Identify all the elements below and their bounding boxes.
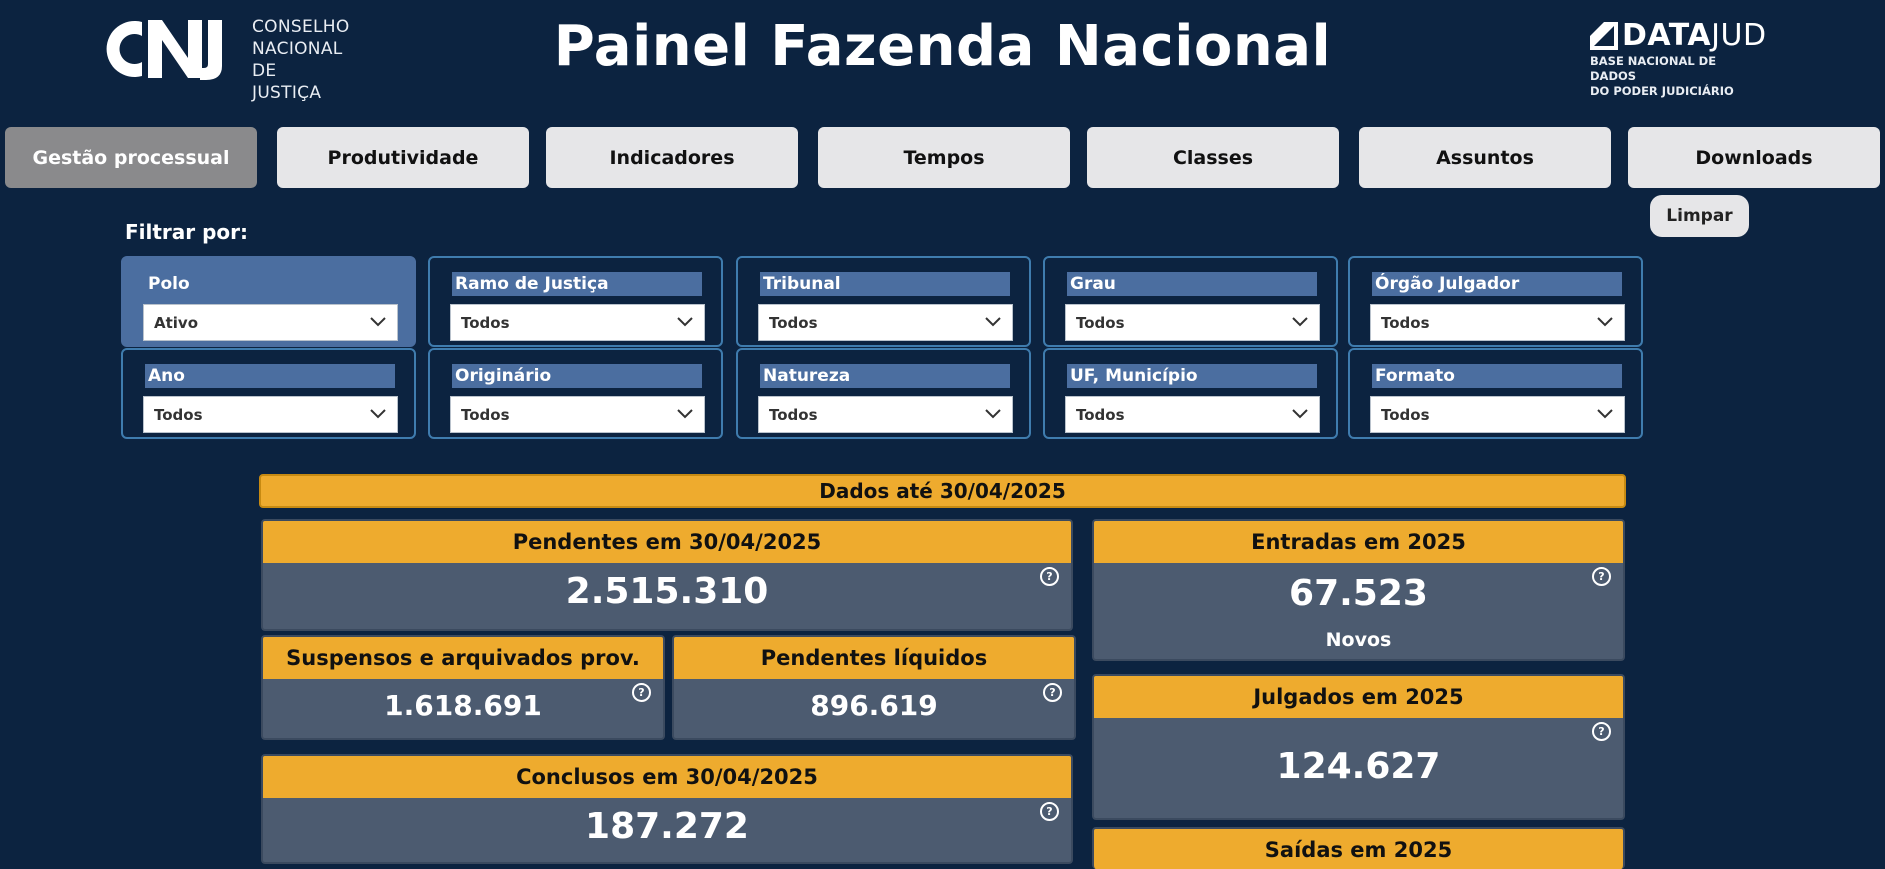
card-value: 2.515.310 [565, 571, 769, 612]
filter-tribunal-dropdown[interactable]: Todos [758, 304, 1013, 341]
filter-title: UF, Município [1067, 364, 1317, 388]
filter-natureza: Natureza Todos [736, 348, 1031, 439]
datajud-subtitle: BASE NACIONAL DE DADOS DO PODER JUDICIÁR… [1590, 54, 1734, 98]
filter-formato-dropdown[interactable]: Todos [1370, 396, 1625, 433]
help-icon[interactable]: ? [1592, 722, 1611, 741]
card-value: 187.272 [585, 806, 749, 847]
card-entradas: Entradas em 2025 67.523 Novos ? [1092, 519, 1625, 661]
filter-grau-dropdown[interactable]: Todos [1065, 304, 1320, 341]
card-title: Conclusos em 30/04/2025 [263, 756, 1071, 798]
data-date-bar: Dados até 30/04/2025 [259, 474, 1626, 508]
filter-orgao-julgador: Órgão Julgador Todos [1348, 256, 1643, 347]
filter-title: Natureza [760, 364, 1010, 388]
card-value: 1.618.691 [384, 689, 542, 722]
filter-originario: Originário Todos [428, 348, 723, 439]
chevron-down-icon [1597, 409, 1613, 419]
tab-classes[interactable]: Classes [1087, 127, 1339, 188]
filter-title: Formato [1372, 364, 1622, 388]
filter-title: Ramo de Justiça [452, 272, 702, 296]
filter-label: Filtrar por: [125, 220, 249, 244]
filter-ramo-justica: Ramo de Justiça Todos [428, 256, 723, 347]
tab-tempos[interactable]: Tempos [818, 127, 1070, 188]
filter-ramo-justica-dropdown[interactable]: Todos [450, 304, 705, 341]
card-title: Entradas em 2025 [1094, 521, 1623, 563]
card-title: Saídas em 2025 [1094, 829, 1623, 869]
help-icon[interactable]: ? [632, 683, 651, 702]
card-conclusos: Conclusos em 30/04/2025 187.272 ? [261, 754, 1073, 864]
datajud-logo-icon [1590, 22, 1618, 50]
chevron-down-icon [985, 409, 1001, 419]
filter-ano: Ano Todos [121, 348, 416, 439]
filter-polo-dropdown[interactable]: Ativo [143, 304, 398, 341]
card-julgados: Julgados em 2025 124.627 ? [1092, 674, 1625, 820]
filter-natureza-dropdown[interactable]: Todos [758, 396, 1013, 433]
tab-produtividade[interactable]: Produtividade [277, 127, 529, 188]
card-title: Suspensos e arquivados prov. [263, 637, 663, 679]
card-saidas: Saídas em 2025 [1092, 827, 1625, 869]
chevron-down-icon [370, 409, 386, 419]
help-icon[interactable]: ? [1040, 802, 1059, 821]
filter-uf-municipio-dropdown[interactable]: Todos [1065, 396, 1320, 433]
chevron-down-icon [1597, 317, 1613, 327]
card-title: Pendentes em 30/04/2025 [263, 521, 1071, 563]
tab-indicadores[interactable]: Indicadores [546, 127, 798, 188]
filter-polo: Polo Ativo [121, 256, 416, 347]
clear-filters-button[interactable]: Limpar [1650, 195, 1749, 237]
filter-title: Órgão Julgador [1372, 272, 1622, 296]
tab-downloads[interactable]: Downloads [1628, 127, 1880, 188]
tab-assuntos[interactable]: Assuntos [1359, 127, 1611, 188]
card-pendentes-liquidos: Pendentes líquidos 896.619 ? [672, 635, 1076, 740]
filter-title: Originário [452, 364, 702, 388]
chevron-down-icon [1292, 317, 1308, 327]
card-title: Pendentes líquidos [674, 637, 1074, 679]
filter-grau: Grau Todos [1043, 256, 1338, 347]
chevron-down-icon [985, 317, 1001, 327]
filter-tribunal: Tribunal Todos [736, 256, 1031, 347]
chevron-down-icon [370, 317, 386, 327]
filter-title: Tribunal [760, 272, 1010, 296]
help-icon[interactable]: ? [1040, 567, 1059, 586]
datajud-logo: DATAJUD BASE NACIONAL DE DADOS DO PODER … [1590, 18, 1766, 98]
card-value: 124.627 [1276, 746, 1441, 787]
card-value: 896.619 [810, 689, 938, 722]
help-icon[interactable]: ? [1592, 567, 1611, 586]
card-value: 67.523 [1289, 573, 1428, 614]
chevron-down-icon [677, 317, 693, 327]
datajud-name: DATAJUD [1622, 18, 1767, 53]
filter-orgao-julgador-dropdown[interactable]: Todos [1370, 304, 1625, 341]
filter-title: Grau [1067, 272, 1317, 296]
filter-uf-municipio: UF, Município Todos [1043, 348, 1338, 439]
card-subtitle: Novos [1325, 629, 1392, 651]
card-title: Julgados em 2025 [1094, 676, 1623, 718]
tab-gestao-processual[interactable]: Gestão processual [5, 127, 257, 188]
chevron-down-icon [677, 409, 693, 419]
card-pendentes: Pendentes em 30/04/2025 2.515.310 ? [261, 519, 1073, 631]
filter-originario-dropdown[interactable]: Todos [450, 396, 705, 433]
card-suspensos: Suspensos e arquivados prov. 1.618.691 ? [261, 635, 665, 740]
filter-title: Ano [145, 364, 395, 388]
filter-title: Polo [148, 274, 190, 294]
filter-formato: Formato Todos [1348, 348, 1643, 439]
filter-ano-dropdown[interactable]: Todos [143, 396, 398, 433]
chevron-down-icon [1292, 409, 1308, 419]
help-icon[interactable]: ? [1043, 683, 1062, 702]
